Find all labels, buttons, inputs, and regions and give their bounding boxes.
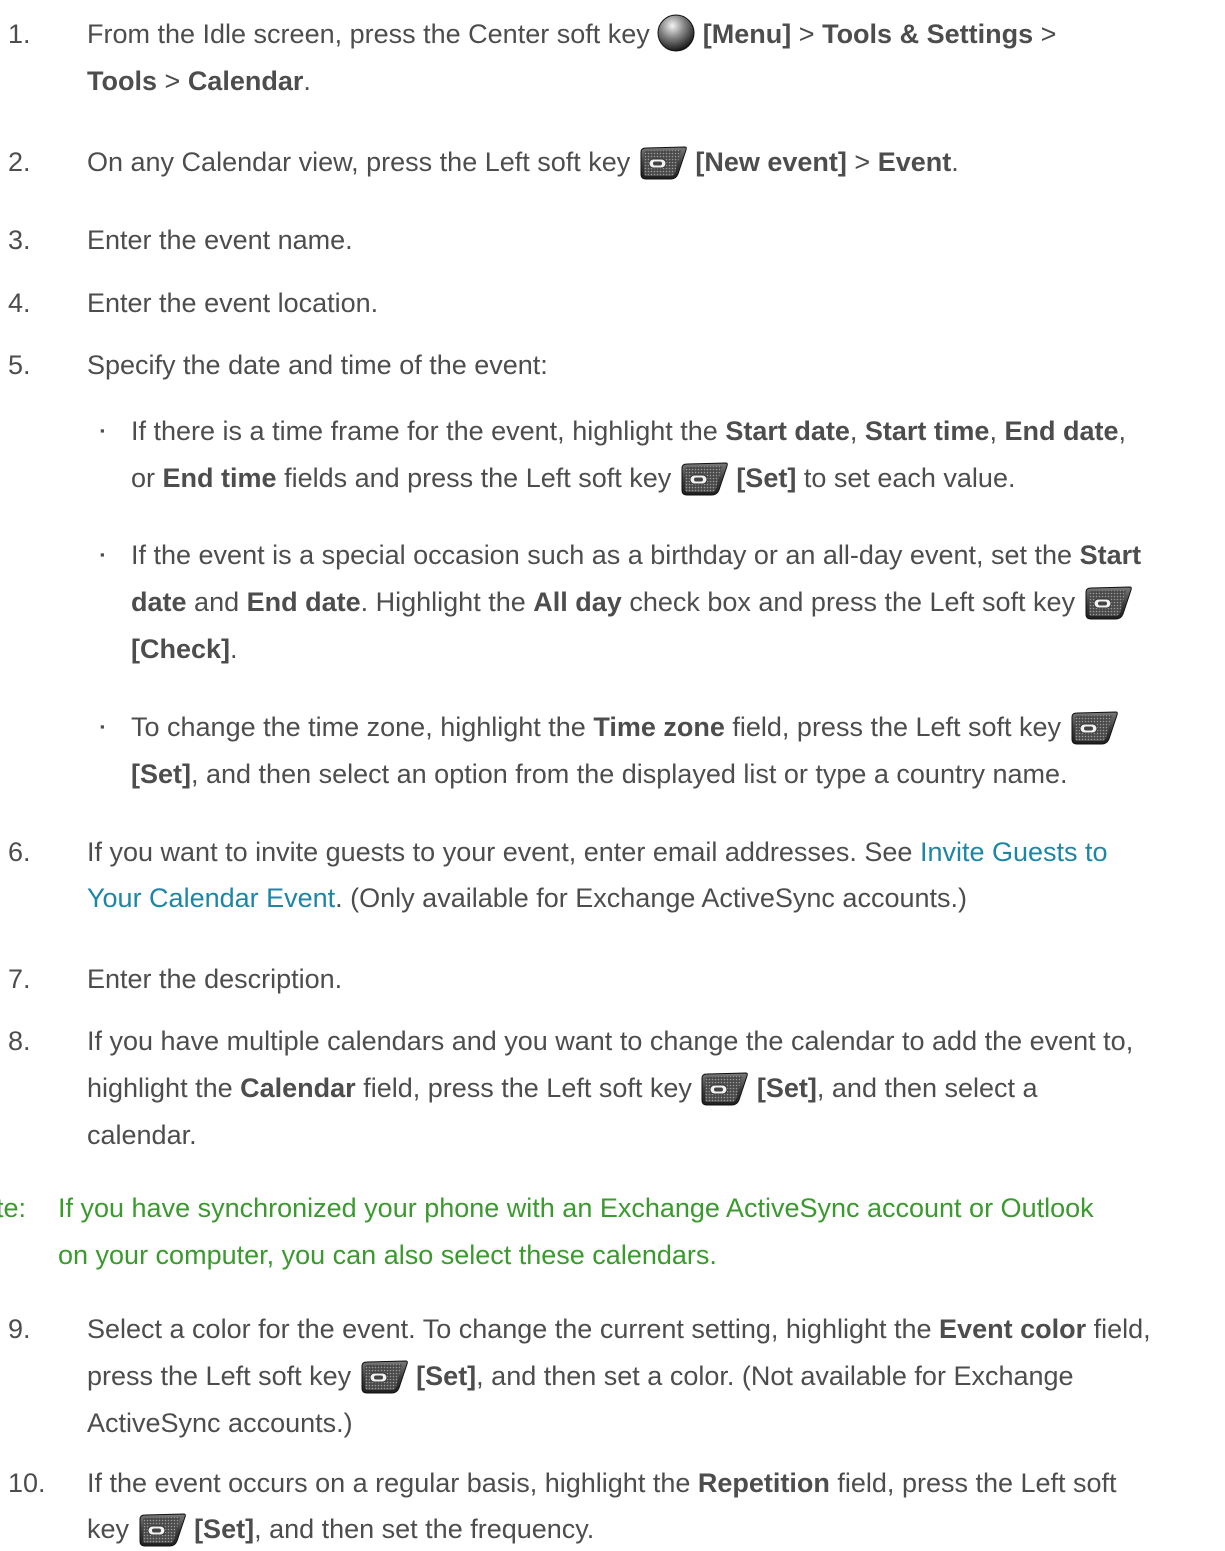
step-number: 10. — [8, 1468, 46, 1498]
step-text-line: press the Left soft key [Set], and then … — [87, 1354, 1074, 1398]
step-text-line: Tools > Calendar. — [87, 66, 311, 96]
step-number: 4. — [8, 288, 31, 318]
step-number: 8. — [8, 1026, 31, 1056]
step-text: Specify the date and time of the event: — [87, 350, 548, 380]
left-soft-key-icon — [699, 1072, 749, 1106]
step-text-line: If you want to invite guests to your eve… — [87, 837, 1108, 867]
left-soft-key-icon — [1083, 586, 1133, 620]
step-text-line: calendar. — [87, 1120, 197, 1150]
note-text-line: on your computer, you can also select th… — [58, 1240, 717, 1270]
bullet-icon: ▪ — [100, 547, 105, 562]
step-text-line: On any Calendar view, press the Left sof… — [87, 140, 959, 184]
left-soft-key-icon — [679, 462, 729, 496]
step-text: Enter the event location. — [87, 288, 379, 318]
step-text: Enter the description. — [87, 964, 343, 994]
step-number: 6. — [8, 837, 31, 867]
step-number: 7. — [8, 964, 31, 994]
note-label: te: — [0, 1193, 27, 1223]
note-text-line: If you have synchronized your phone with… — [58, 1193, 1094, 1223]
step-text-line: If the event occurs on a regular basis, … — [87, 1468, 1117, 1498]
step-text-line: highlight the Calendar field, press the … — [87, 1066, 1038, 1110]
left-soft-key-icon — [1069, 711, 1119, 745]
step-text-line: Select a color for the event. To change … — [87, 1314, 1151, 1344]
bullet-text-line: [Set], and then select an option from th… — [131, 759, 1068, 789]
bullet-text-line: If there is a time frame for the event, … — [131, 416, 1127, 446]
bullet-text-line: To change the time zone, highlight the T… — [131, 705, 1119, 749]
left-soft-key-icon — [638, 146, 688, 180]
bullet-text-line: or End time fields and press the Left so… — [131, 456, 1015, 500]
bullet-text-line: [Check]. — [131, 634, 238, 664]
invite-guests-link[interactable]: Invite Guests to — [920, 837, 1108, 867]
step-text: Enter the event name. — [87, 225, 353, 255]
step-text-line: ActiveSync accounts.) — [87, 1408, 353, 1438]
step-text-line: From the Idle screen, press the Center s… — [87, 12, 1056, 56]
invite-guests-link-continued[interactable]: Your Calendar Event — [87, 883, 335, 913]
bullet-icon: ▪ — [100, 423, 105, 438]
step-text-line: If you have multiple calendars and you w… — [87, 1026, 1134, 1056]
left-soft-key-icon — [359, 1360, 409, 1394]
left-soft-key-icon — [137, 1513, 187, 1547]
step-number: 9. — [8, 1314, 31, 1344]
bullet-icon: ▪ — [100, 719, 105, 734]
manual-page: { "steps": [ {"number": "1.", "l1": ["Fr… — [0, 0, 1225, 1524]
step-text-line: Your Calendar Event. (Only available for… — [87, 883, 967, 913]
bullet-text-line: If the event is a special occasion such … — [131, 540, 1142, 570]
bullet-text-line: date and End date. Highlight the All day… — [131, 580, 1133, 624]
step-number: 5. — [8, 350, 31, 380]
step-number: 1. — [8, 19, 31, 49]
step-number: 2. — [8, 147, 31, 177]
step-text-line: key [Set], and then set the frequency. — [87, 1507, 594, 1551]
step-number: 3. — [8, 225, 31, 255]
center-soft-key-icon — [657, 14, 695, 52]
